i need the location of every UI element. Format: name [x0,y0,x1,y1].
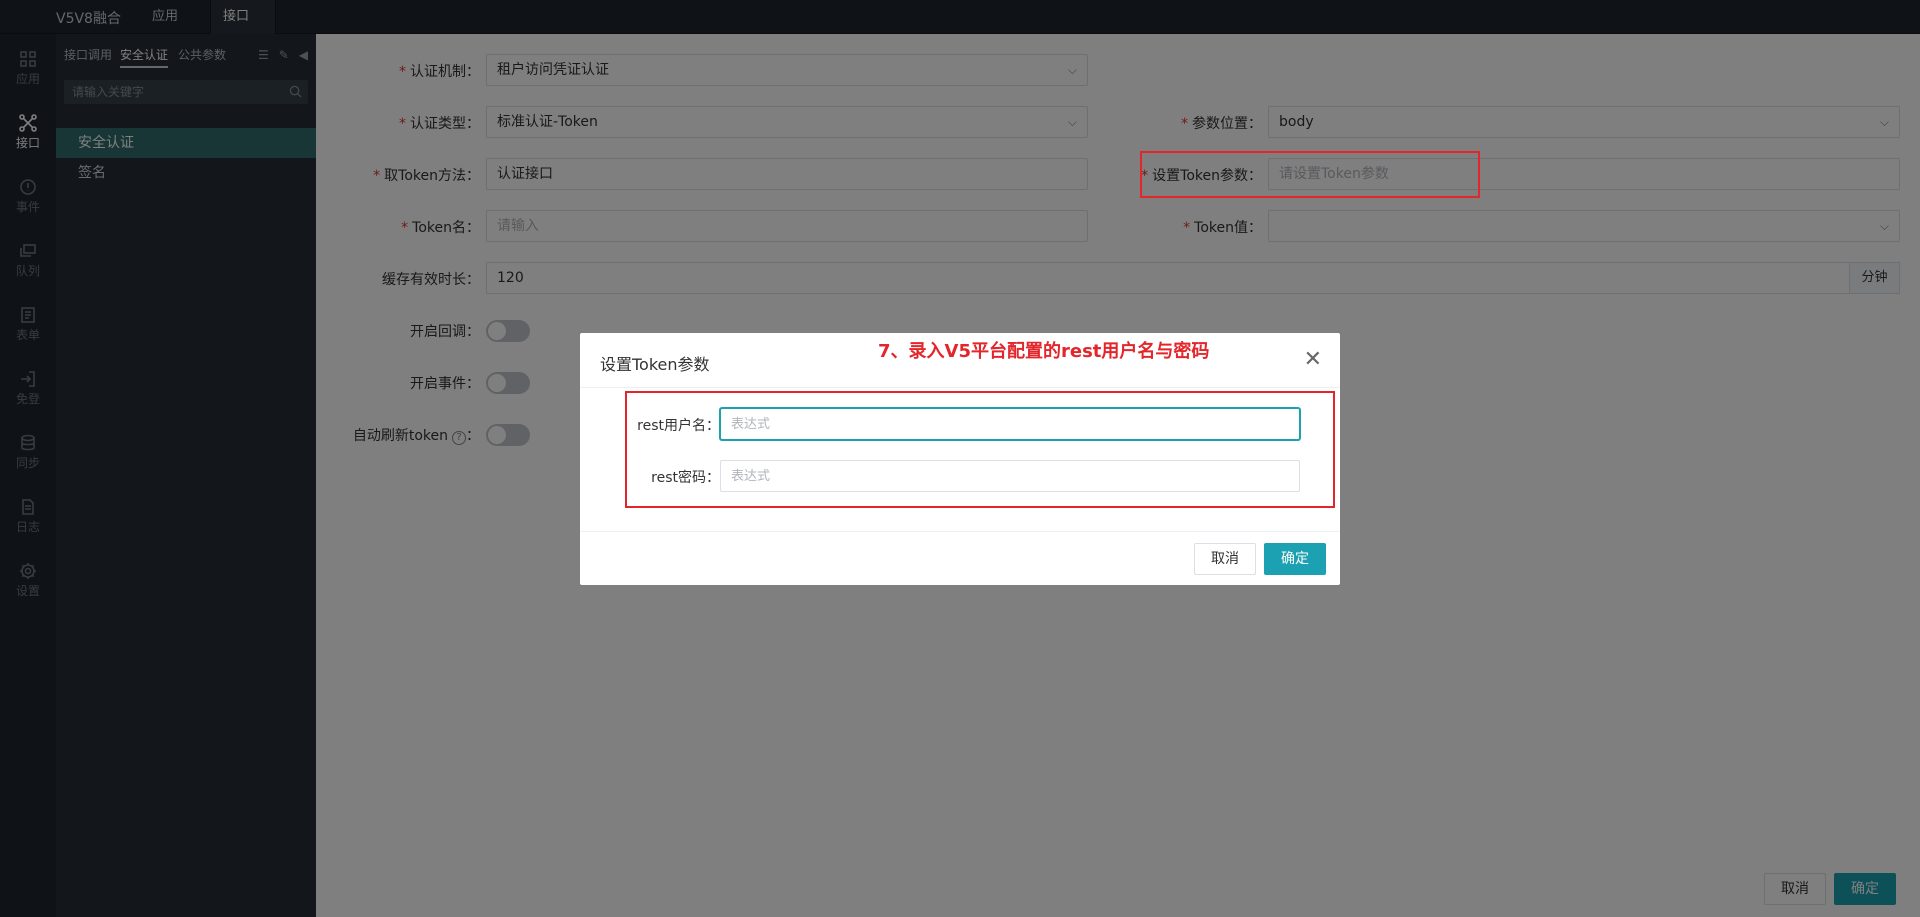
rest-username-input[interactable] [720,408,1300,440]
dialog-divider [580,387,1340,388]
dialog-divider [580,531,1340,532]
dialog-footer: 取消 确定 [1186,543,1326,575]
dialog-confirm-button[interactable]: 确定 [1264,543,1326,575]
rest-password-label: rest密码： [651,470,720,486]
dialog-title: 设置Token参数 [600,355,710,374]
dialog-cancel-button[interactable]: 取消 [1194,543,1256,575]
annotation-note: 7、录入V5平台配置的rest用户名与密码 [878,341,1210,362]
rest-username-label: rest用户名： [637,418,720,434]
close-icon[interactable]: ✕ [1304,347,1322,372]
row-rest-password: rest密码： [580,460,1340,492]
row-rest-username: rest用户名： [580,408,1340,440]
rest-password-input[interactable] [720,460,1300,492]
token-params-dialog: 设置Token参数 7、录入V5平台配置的rest用户名与密码 ✕ rest用户… [580,333,1340,585]
annotation-box-token-params [1140,151,1480,198]
